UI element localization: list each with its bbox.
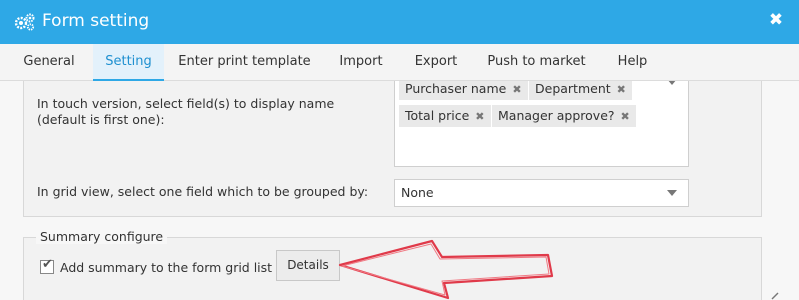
annotation-arrow [338, 239, 554, 300]
resize-handle-icon[interactable] [771, 292, 779, 300]
